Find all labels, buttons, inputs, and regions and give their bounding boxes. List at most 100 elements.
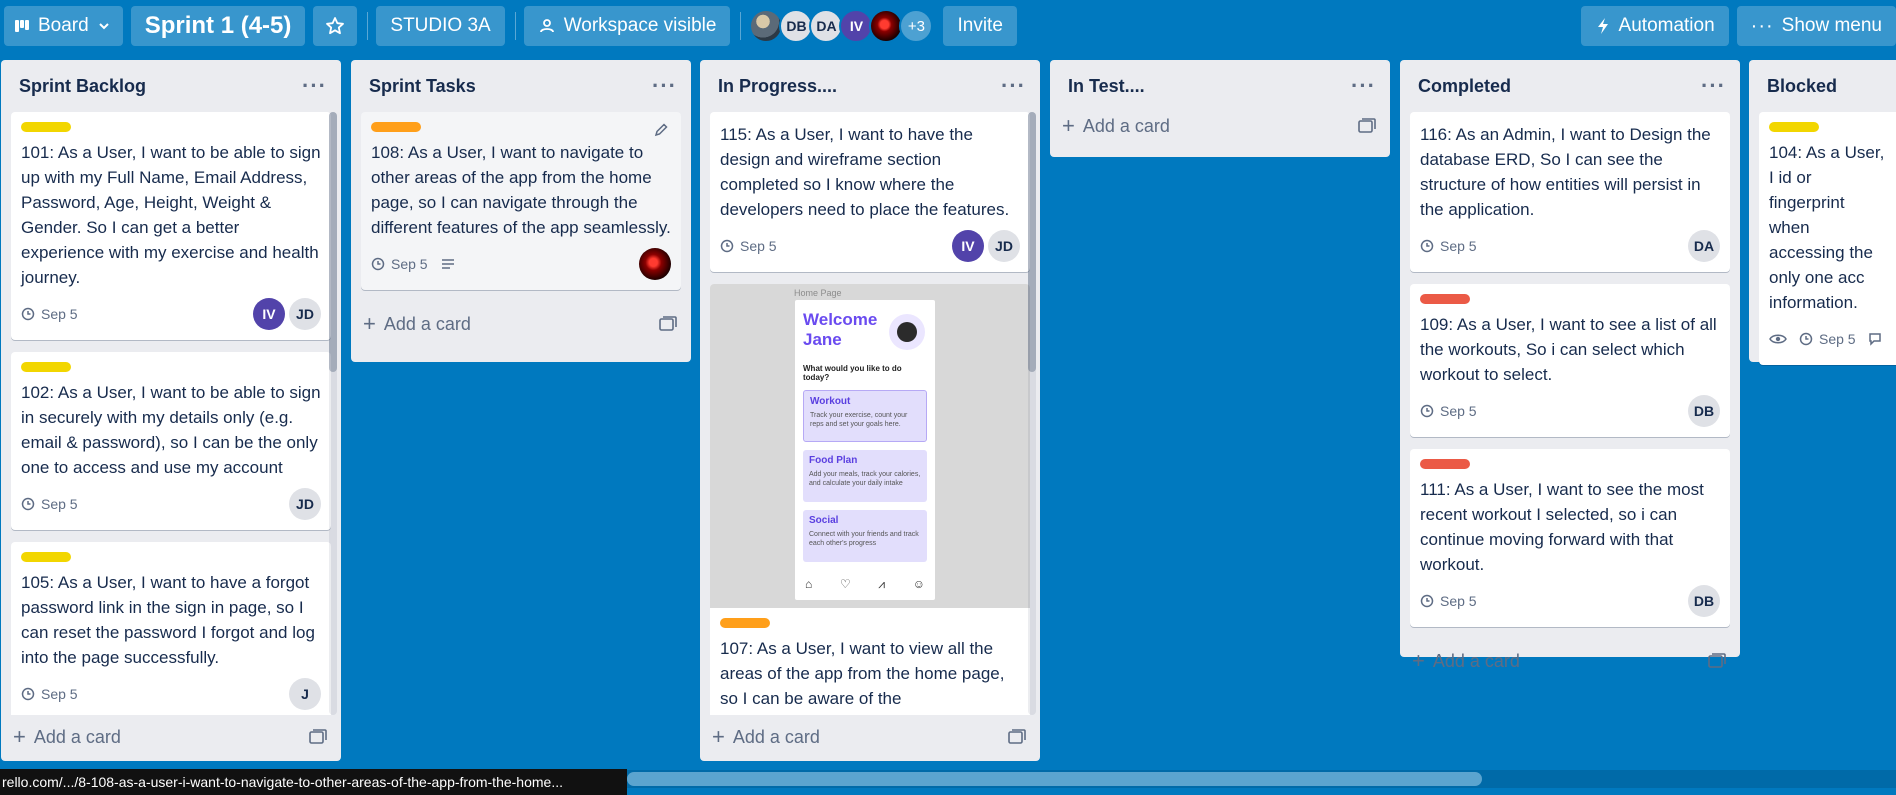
clock-icon [1420, 404, 1434, 418]
tile-title: Workout [810, 396, 851, 407]
card[interactable]: 111: As a User, I want to see the most r… [1410, 449, 1730, 627]
avatar[interactable]: DB [779, 9, 814, 43]
card-member-avatar[interactable]: DB [1688, 395, 1720, 427]
list-header[interactable]: In Progress.... ··· [700, 60, 1040, 112]
due-date: Sep 5 [740, 238, 777, 254]
card[interactable]: 116: As an Admin, I want to Design the d… [1410, 112, 1730, 272]
card-footer: Sep 5 IV JD [720, 230, 1020, 262]
list-menu-icon[interactable]: ··· [302, 73, 327, 99]
list-scrollbar-thumb[interactable] [329, 112, 337, 372]
clock-icon [1799, 332, 1813, 346]
card-member-avatar[interactable]: DB [1688, 585, 1720, 617]
tile-desc: Track your exercise, count your reps and… [810, 412, 908, 428]
card-member-avatar[interactable]: IV [253, 298, 285, 330]
due-date-badge: Sep 5 [21, 496, 78, 512]
card[interactable]: Home Page Welcome Jane What would you li… [710, 284, 1030, 715]
list-completed: Completed ··· 116: As an Admin, I want t… [1400, 60, 1740, 673]
wireframe-avatar [889, 314, 925, 350]
more-members-button[interactable]: +3 [899, 9, 934, 43]
add-card-button[interactable]: + Add a card [700, 715, 1040, 759]
board-scrollbar-thumb[interactable] [627, 772, 1482, 786]
list-header[interactable]: Blocked ··· [1749, 60, 1896, 112]
star-icon [326, 17, 345, 35]
due-date: Sep 5 [41, 496, 78, 512]
card[interactable]: 101: As a User, I want to be able to sig… [11, 112, 331, 340]
automation-button[interactable]: Automation [1580, 6, 1729, 46]
list-header[interactable]: Sprint Tasks ··· [351, 60, 691, 112]
show-menu-button[interactable]: ··· Show menu [1736, 6, 1896, 46]
list-scrollbar-thumb[interactable] [1028, 112, 1036, 372]
card-title: 109: As a User, I want to see a list of … [1420, 315, 1717, 384]
card-member-avatar[interactable] [639, 248, 671, 280]
create-from-template-icon[interactable] [1358, 118, 1376, 134]
card[interactable]: 105: As a User, I want to have a forgot … [11, 542, 331, 715]
avatar[interactable]: DA [809, 9, 844, 43]
card[interactable]: 102: As a User, I want to be able to sig… [11, 352, 331, 530]
add-card-button[interactable]: + Add a card [1400, 639, 1740, 683]
clock-icon [720, 239, 734, 253]
add-card-button[interactable]: + Add a card [1, 715, 341, 759]
list-menu-icon[interactable]: ··· [1001, 73, 1026, 99]
card-title: 102: As a User, I want to be able to sig… [21, 383, 321, 477]
list-header[interactable]: Sprint Backlog ··· [1, 60, 341, 112]
header-right-actions: Automation ··· Show menu [1580, 6, 1896, 46]
plus-icon: + [1412, 648, 1425, 673]
list-menu-icon[interactable]: ··· [652, 73, 677, 99]
invite-button[interactable]: Invite [943, 6, 1017, 46]
list-header[interactable]: Completed ··· [1400, 60, 1740, 112]
card-cover-image: Home Page Welcome Jane What would you li… [710, 284, 1030, 608]
due-date-badge: Sep 5 [1420, 238, 1477, 254]
due-date-badge: Sep 5 [1420, 403, 1477, 419]
card-label [21, 552, 71, 562]
add-card-label: Add a card [732, 726, 820, 747]
card-title: 101: As a User, I want to be able to sig… [21, 143, 321, 287]
list-scrollbar[interactable] [329, 112, 337, 715]
board-view-switcher[interactable]: Board [4, 6, 123, 46]
tile-title: Social [809, 515, 839, 526]
card-container: 104: As a User, I id or fingerprint when… [1749, 112, 1896, 370]
card-label [1769, 122, 1819, 132]
card-footer: Sep 5 DB [1420, 395, 1720, 427]
card-member-avatar[interactable]: JD [988, 230, 1020, 262]
list-scrollbar[interactable] [1028, 112, 1036, 715]
visibility-button[interactable]: Workspace visible [523, 6, 731, 46]
card[interactable]: 108: As a User, I want to navigate to ot… [361, 112, 681, 290]
card-label [720, 618, 770, 628]
card[interactable]: 104: As a User, I id or fingerprint when… [1759, 112, 1896, 365]
create-from-template-icon[interactable] [1708, 653, 1726, 669]
list-title: Blocked [1767, 75, 1838, 96]
board-header: Board Sprint 1 (4-5) STUDIO 3A Workspace… [0, 0, 1896, 52]
card-title: 107: As a User, I want to view all the a… [720, 639, 1005, 708]
avatar[interactable] [749, 9, 784, 43]
card[interactable]: 109: As a User, I want to see a list of … [1410, 284, 1730, 437]
card-member-avatar[interactable]: IV [952, 230, 984, 262]
due-date: Sep 5 [1440, 403, 1477, 419]
card[interactable]: 115: As a User, I want to have the desig… [710, 112, 1030, 272]
list-menu-icon[interactable]: ··· [1351, 73, 1376, 99]
create-from-template-icon[interactable] [309, 729, 327, 745]
list-blocked-viewport: Blocked ··· 104: As a User, I id or fing… [1749, 60, 1896, 370]
star-board-button[interactable] [313, 6, 358, 46]
card-member-avatar[interactable]: J [289, 678, 321, 710]
card-footer: Sep 5 [1769, 323, 1896, 355]
card-member-avatar[interactable]: DA [1688, 230, 1720, 262]
avatar[interactable] [869, 9, 904, 43]
add-card-button[interactable]: + Add a card [1050, 104, 1390, 148]
card-footer: Sep 5 DA [1420, 230, 1720, 262]
edit-pencil-icon[interactable] [653, 122, 669, 138]
board-title[interactable]: Sprint 1 (4-5) [130, 6, 306, 46]
due-date-badge: Sep 5 [21, 306, 78, 322]
list-title: Completed [1418, 75, 1512, 96]
workspace-button[interactable]: STUDIO 3A [376, 6, 505, 46]
avatar[interactable]: IV [839, 9, 874, 43]
description-icon [441, 259, 454, 269]
list-menu-icon[interactable]: ··· [1701, 73, 1726, 99]
card-member-avatar[interactable]: JD [289, 298, 321, 330]
add-card-button[interactable]: + Add a card [351, 302, 691, 346]
create-from-template-icon[interactable] [1008, 729, 1026, 745]
tile-title: Food Plan [809, 455, 858, 466]
card-label [21, 362, 71, 372]
wireframe-tile: Social Connect with your friends and tra… [803, 510, 927, 562]
create-from-template-icon[interactable] [659, 316, 677, 332]
card-member-avatar[interactable]: JD [289, 488, 321, 520]
